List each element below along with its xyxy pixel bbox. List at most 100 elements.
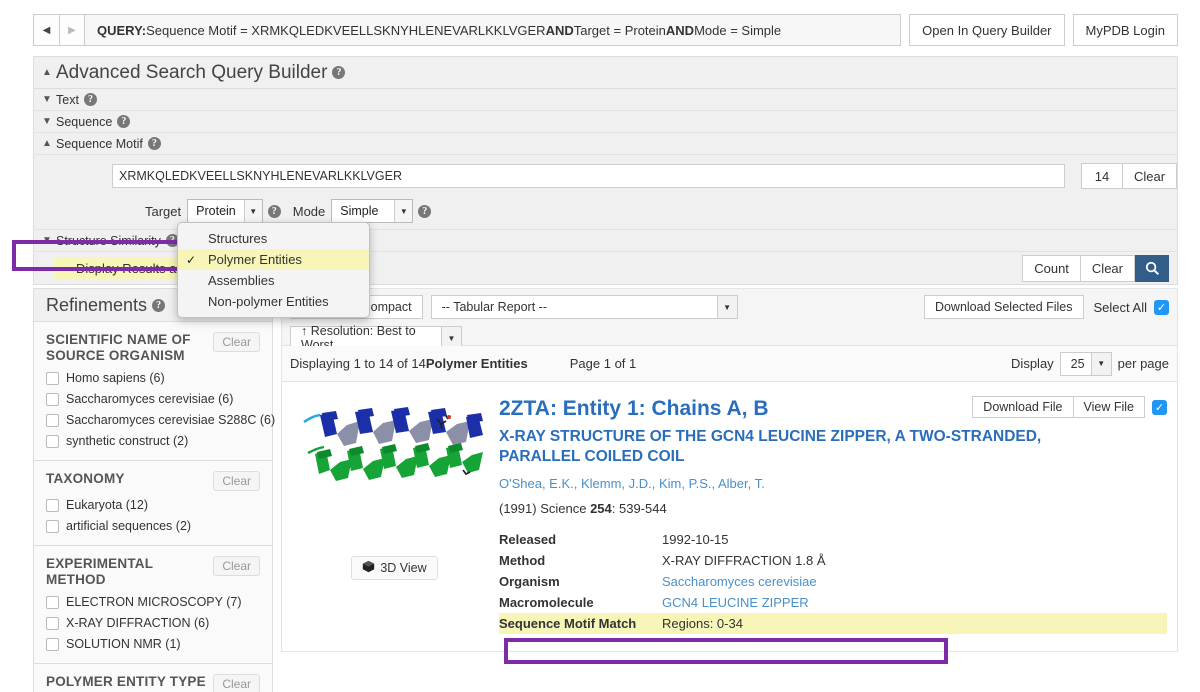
collapse-caret-up-icon[interactable]: ▲ (42, 67, 56, 78)
facet-option-label: Saccharomyces cerevisiae (6) (66, 392, 233, 406)
result-item-checkbox[interactable]: ✓ (1152, 400, 1167, 415)
help-icon[interactable]: ? (152, 299, 165, 312)
query-part-1: Sequence Motif = XRMKQLEDKVEELLSKNYHLENE… (146, 23, 545, 38)
motif-count: 14 (1081, 163, 1123, 189)
target-select[interactable]: Protein ▼ (187, 199, 263, 223)
facet-option[interactable]: SOLUTION NMR (1) (46, 637, 260, 651)
citation-prefix: (1991) Science (499, 501, 590, 516)
checkbox-icon[interactable] (46, 372, 59, 385)
checkbox-icon[interactable] (46, 435, 59, 448)
select-all-checkbox[interactable]: ✓ (1154, 300, 1169, 315)
view-3d-button[interactable]: 3D View (351, 556, 437, 580)
checkbox-icon[interactable] (46, 617, 59, 630)
query-and-1: AND (546, 23, 574, 38)
chevron-down-icon[interactable]: ▼ (1091, 353, 1111, 375)
checkbox-icon[interactable] (46, 596, 59, 609)
facet-option-label: artificial sequences (2) (66, 519, 191, 533)
mode-select[interactable]: Simple ▼ (331, 199, 413, 223)
download-selected-files-button[interactable]: Download Selected Files (924, 295, 1084, 319)
toolbar-right-actions: Download Selected Files Select All ✓ (924, 295, 1169, 319)
dropdown-item-assemblies[interactable]: Assemblies (178, 270, 369, 291)
count-button[interactable]: Count (1022, 255, 1081, 282)
facet-clear-button[interactable]: Clear (213, 332, 260, 352)
checkbox-icon[interactable] (46, 414, 59, 427)
section-text-label: Text (56, 93, 79, 107)
mypdb-login-button[interactable]: MyPDB Login (1073, 14, 1178, 46)
checkbox-icon[interactable] (46, 638, 59, 651)
dropdown-item-non-polymer-entities[interactable]: Non-polymer Entities (178, 291, 369, 312)
structure-thumbnail-column: 3D View (292, 396, 497, 651)
result-detail-column: 2ZTA: Entity 1: Chains A, B X-RAY STRUCT… (497, 396, 1167, 651)
facet-option[interactable]: X-RAY DIFFRACTION (6) (46, 616, 260, 630)
view-3d-label: 3D View (380, 561, 426, 575)
facet-clear-button[interactable]: Clear (213, 471, 260, 491)
dropdown-item-label: Structures (208, 231, 267, 246)
dropdown-item-structures[interactable]: Structures (178, 228, 369, 249)
facet-option[interactable]: synthetic construct (2) (46, 434, 260, 448)
facet-option[interactable]: Saccharomyces cerevisiae (6) (46, 392, 260, 406)
motif-clear-button[interactable]: Clear (1123, 163, 1177, 189)
detail-row-method: Method X-RAY DIFFRACTION 1.8 Å (499, 550, 1167, 571)
facet-title: POLYMER ENTITY TYPE (46, 674, 206, 690)
section-sequence-label: Sequence (56, 115, 112, 129)
advanced-search-header[interactable]: ▲ Advanced Search Query Builder ? (33, 57, 1178, 89)
help-icon[interactable]: ? (117, 115, 130, 128)
download-file-button[interactable]: Download File (972, 396, 1073, 418)
caret-up-icon[interactable]: ▲ (42, 138, 56, 149)
checkbox-icon[interactable] (46, 499, 59, 512)
section-sequence[interactable]: ▼ Sequence ? (33, 111, 1178, 133)
entity-authors[interactable]: O'Shea, E.K., Klemm, J.D., Kim, P.S., Al… (499, 476, 1167, 491)
per-page-select[interactable]: 25 ▼ (1060, 352, 1112, 376)
query-part-2: Target = Protein (574, 23, 666, 38)
detail-value: X-RAY DIFFRACTION 1.8 Å (662, 553, 826, 568)
clear-button[interactable]: Clear (1081, 255, 1135, 282)
facet-clear-button[interactable]: Clear (213, 556, 260, 576)
section-sequence-motif[interactable]: ▲ Sequence Motif ? (33, 133, 1178, 155)
chevron-down-icon[interactable]: ▼ (717, 296, 737, 318)
detail-value-link[interactable]: GCN4 LEUCINE ZIPPER (662, 595, 809, 610)
help-icon[interactable]: ? (268, 205, 281, 218)
citation-volume: 254 (590, 501, 612, 516)
facet-option[interactable]: Saccharomyces cerevisiae S288C (6) (46, 413, 260, 427)
help-icon[interactable]: ? (148, 137, 161, 150)
display-results-as-label: Display Results as (76, 261, 183, 276)
next-query-button[interactable]: ▶ (59, 14, 85, 46)
checkbox-icon[interactable] (46, 393, 59, 406)
entity-subtitle-link[interactable]: X-RAY STRUCTURE OF THE GCN4 LEUCINE ZIPP… (499, 427, 1119, 467)
facet-option[interactable]: ELECTRON MICROSCOPY (7) (46, 595, 260, 609)
target-select-value: Protein (188, 200, 244, 222)
query-bar: ◀ ▶ QUERY: Sequence Motif = XRMKQLEDKVEE… (33, 14, 1178, 46)
search-icon[interactable] (1135, 255, 1169, 282)
checkbox-icon[interactable] (46, 520, 59, 533)
tabular-report-select[interactable]: -- Tabular Report -- ▼ (431, 295, 738, 319)
dropdown-item-polymer-entities[interactable]: ✓ Polymer Entities (178, 249, 369, 270)
facet-option[interactable]: Homo sapiens (6) (46, 371, 260, 385)
caret-down-icon[interactable]: ▼ (42, 116, 56, 127)
mode-select-value: Simple (332, 200, 394, 222)
caret-down-icon[interactable]: ▼ (42, 235, 56, 246)
help-icon[interactable]: ? (418, 205, 431, 218)
section-text[interactable]: ▼ Text ? (33, 89, 1178, 111)
facet-option[interactable]: Eukaryota (12) (46, 498, 260, 512)
check-icon: ✓ (186, 253, 208, 267)
sequence-motif-input[interactable]: XRMKQLEDKVEELLSKNYHLENEVARLKKLVGER (112, 164, 1065, 188)
detail-value-link[interactable]: Saccharomyces cerevisiae (662, 574, 817, 589)
view-file-button[interactable]: View File (1074, 396, 1145, 418)
previous-query-button[interactable]: ◀ (33, 14, 59, 46)
facet-clear-button[interactable]: Clear (213, 674, 260, 692)
display-results-as-dropdown[interactable]: Structures ✓ Polymer Entities Assemblies… (177, 222, 370, 318)
caret-down-icon[interactable]: ▼ (42, 94, 56, 105)
facet-option[interactable]: artificial sequences (2) (46, 519, 260, 533)
open-in-query-builder-button[interactable]: Open In Query Builder (909, 14, 1064, 46)
display-label: Display (1011, 356, 1054, 371)
chevron-down-icon[interactable]: ▼ (244, 200, 262, 222)
chevron-down-icon[interactable]: ▼ (394, 200, 412, 222)
entity-citation: (1991) Science 254: 539-544 (499, 501, 1167, 516)
help-icon[interactable]: ? (332, 66, 345, 79)
help-icon[interactable]: ? (84, 93, 97, 106)
detail-row-sequence-motif-match: Sequence Motif Match Regions: 0-34 (499, 613, 1167, 634)
query-label: QUERY: (97, 23, 146, 38)
results-toolbar: Gallery Compact -- Tabular Report -- ▼ ↑… (281, 288, 1178, 346)
facet-taxonomy: TAXONOMY Clear Eukaryota (12) artificial… (33, 461, 273, 546)
dropdown-item-label: Non-polymer Entities (208, 294, 329, 309)
